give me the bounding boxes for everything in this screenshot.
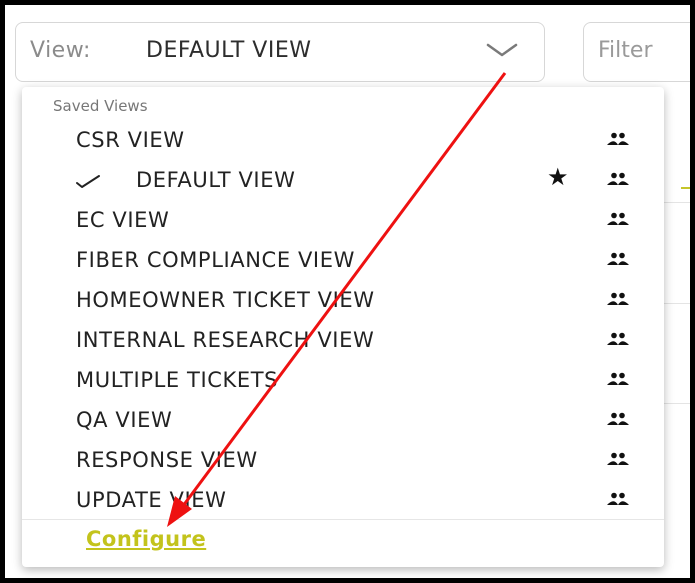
menu-item-label: MULTIPLE TICKETS (76, 368, 279, 392)
people-icon (607, 132, 629, 145)
menu-item-internal-research-view[interactable]: INTERNAL RESEARCH VIEW (22, 320, 664, 360)
saved-views-dropdown: Saved Views CSR VIEW DEFAULT VIEW ★ EC V… (22, 87, 664, 567)
people-icon (607, 492, 629, 505)
menu-item-csr-view[interactable]: CSR VIEW (22, 120, 664, 160)
screenshot-frame: View: DEFAULT VIEW Filter Saved Views CS… (0, 0, 695, 583)
background-link-fragment (681, 163, 690, 189)
filter-placeholder: Filter (598, 38, 653, 63)
view-selector-prefix: View: (30, 38, 91, 63)
menu-item-label: RESPONSE VIEW (76, 448, 258, 472)
chevron-down-icon[interactable] (482, 37, 522, 63)
menu-item-label: EC VIEW (76, 208, 170, 232)
menu-item-homeowner-ticket-view[interactable]: HOMEOWNER TICKET VIEW (22, 280, 664, 320)
menu-divider (22, 519, 664, 520)
people-icon (607, 452, 629, 465)
people-icon (607, 172, 629, 185)
menu-item-label: FIBER COMPLIANCE VIEW (76, 248, 355, 272)
filter-input[interactable]: Filter (583, 22, 690, 82)
menu-item-update-view[interactable]: UPDATE VIEW (22, 480, 664, 520)
people-icon (607, 292, 629, 305)
menu-item-label: DEFAULT VIEW (136, 168, 296, 192)
menu-item-multiple-tickets[interactable]: MULTIPLE TICKETS (22, 360, 664, 400)
background-divider (660, 303, 690, 304)
menu-item-default-view[interactable]: DEFAULT VIEW ★ (22, 160, 664, 200)
saved-views-header: Saved Views (53, 97, 148, 115)
menu-item-label: UPDATE VIEW (76, 488, 227, 512)
menu-item-qa-view[interactable]: QA VIEW (22, 400, 664, 440)
view-selector[interactable]: View: DEFAULT VIEW (15, 22, 545, 82)
background-divider (660, 202, 690, 203)
people-icon (607, 252, 629, 265)
background-divider (660, 403, 690, 404)
star-icon: ★ (547, 163, 569, 191)
people-icon (607, 372, 629, 385)
menu-item-response-view[interactable]: RESPONSE VIEW (22, 440, 664, 480)
menu-item-label: INTERNAL RESEARCH VIEW (76, 328, 375, 352)
view-selector-value: DEFAULT VIEW (146, 38, 312, 63)
configure-link[interactable]: Configure (86, 527, 206, 551)
people-icon (607, 412, 629, 425)
people-icon (607, 212, 629, 225)
menu-item-ec-view[interactable]: EC VIEW (22, 200, 664, 240)
checkmark-icon (76, 175, 100, 188)
menu-item-label: HOMEOWNER TICKET VIEW (76, 288, 375, 312)
menu-item-label: CSR VIEW (76, 128, 185, 152)
people-icon (607, 332, 629, 345)
menu-item-label: QA VIEW (76, 408, 173, 432)
menu-item-fiber-compliance-view[interactable]: FIBER COMPLIANCE VIEW (22, 240, 664, 280)
